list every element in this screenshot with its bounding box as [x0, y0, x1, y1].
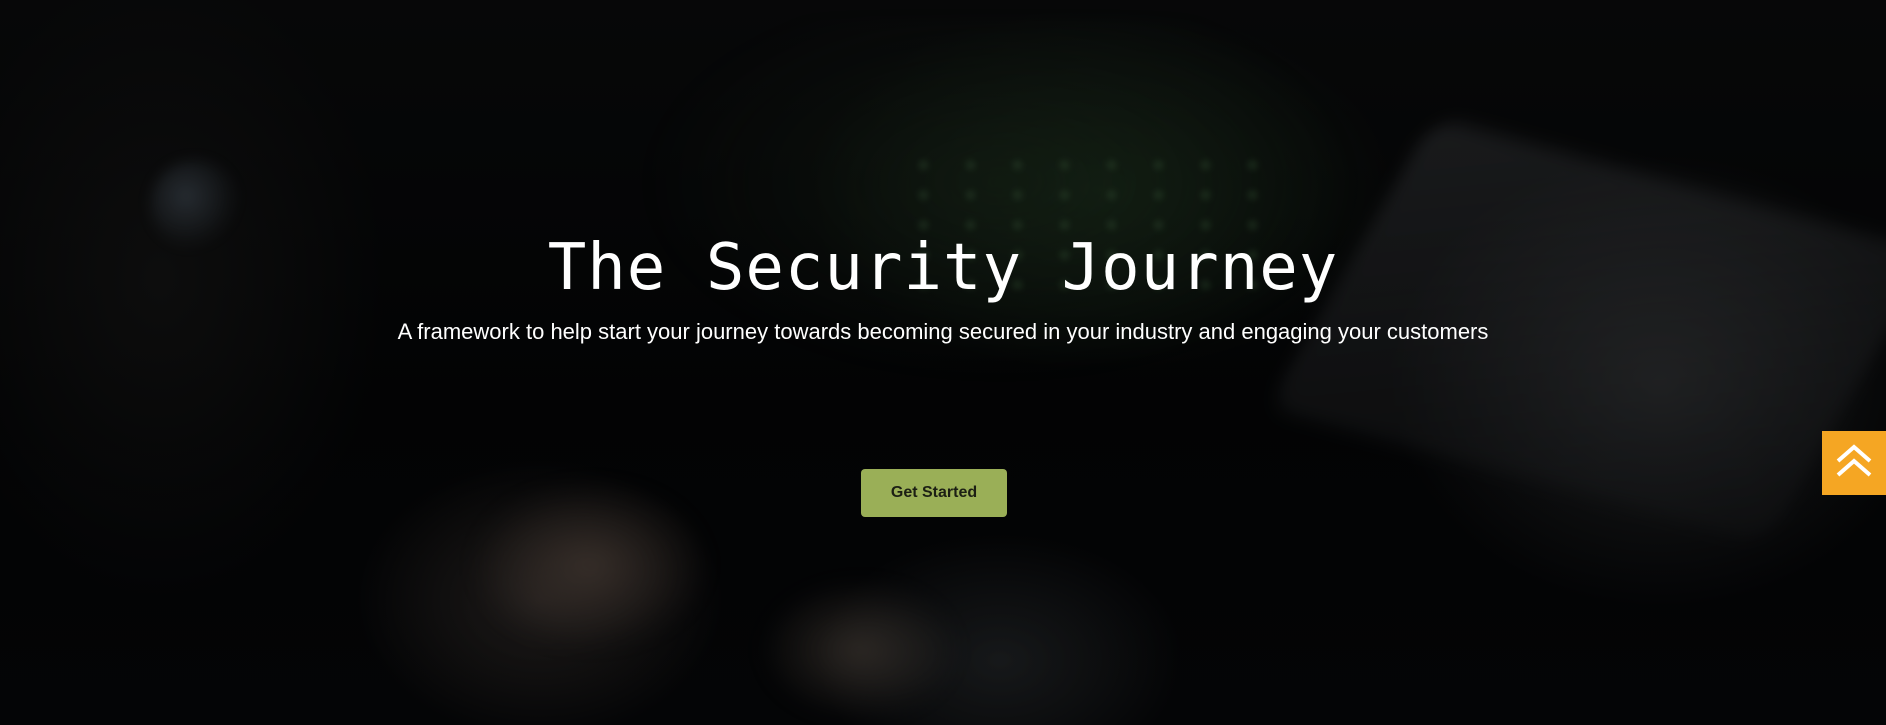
hero-subtitle: A framework to help start your journey t… [397, 319, 1489, 344]
hero-overlay [0, 0, 1886, 725]
get-started-button[interactable]: Get Started [861, 469, 1007, 517]
double-chevron-up-icon [1832, 439, 1876, 488]
hero-section: The Security Journey A framework to help… [0, 0, 1886, 725]
scroll-to-top-button[interactable] [1822, 431, 1886, 495]
hero-title: The Security Journey [547, 231, 1339, 305]
